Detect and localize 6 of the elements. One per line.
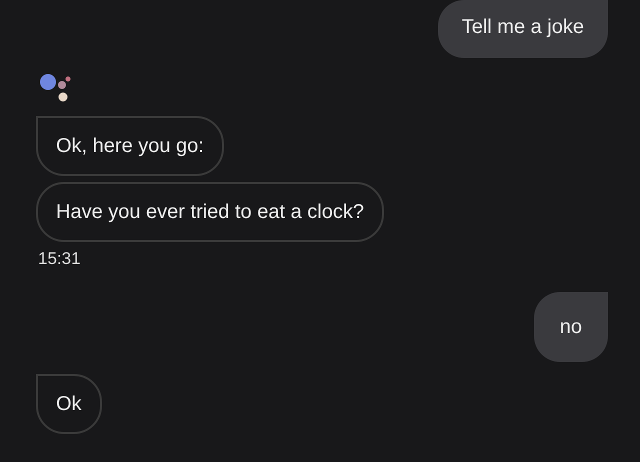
user-message-bubble: Tell me a joke <box>438 0 608 58</box>
user-message-bubble: no <box>534 292 608 362</box>
message-timestamp: 15:31 <box>38 249 81 268</box>
assistant-message-bubble: Have you ever tried to eat a clock? <box>36 182 384 242</box>
assistant-message-bubble: Ok <box>36 374 102 434</box>
assistant-message-bubble: Ok, here you go: <box>36 116 224 176</box>
